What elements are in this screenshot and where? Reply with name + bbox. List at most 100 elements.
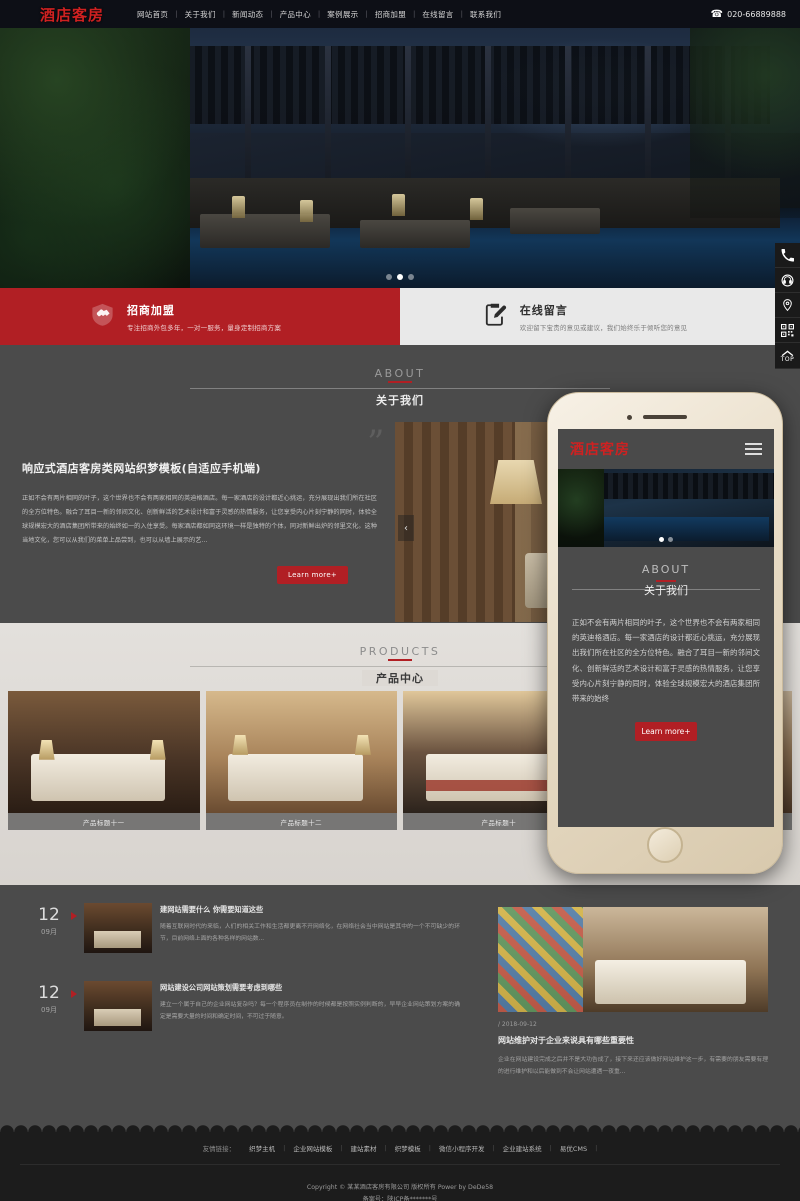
featured-news-bed bbox=[595, 959, 747, 1004]
footer-link-enterprise-templates[interactable]: 企业网站模板 bbox=[285, 1143, 340, 1153]
friendly-links-label: 友情链接： bbox=[202, 1145, 236, 1153]
hero-lamp bbox=[392, 194, 405, 216]
product-caption: 产品标题十二 bbox=[205, 813, 397, 830]
nav-item-about[interactable]: 关于我们 bbox=[178, 9, 223, 20]
phone-camera-icon bbox=[627, 415, 632, 420]
nav-item-products[interactable]: 产品中心 bbox=[273, 9, 318, 20]
hamburger-menu-icon[interactable] bbox=[745, 443, 762, 455]
news-text: 建网站需要什么 你需要知道这些 随着互联网时代的来临，人们的相关工作和生活都更离… bbox=[160, 903, 460, 946]
nav-item-contact[interactable]: 联系我们 bbox=[463, 9, 508, 20]
join-us-title: 招商加盟 bbox=[126, 303, 175, 317]
phone-about-text: 正如不会有两片相同的叶子，这个世界也不会有两家相同的英迪格酒店。每一家酒店的设计… bbox=[572, 618, 760, 703]
phone-speaker bbox=[643, 415, 687, 419]
quote-mark-icon: ” bbox=[367, 423, 385, 463]
featured-news-title[interactable]: 网站维护对于企业来说具有哪些重要性 bbox=[498, 1035, 768, 1046]
online-message-title: 在线留言 bbox=[519, 303, 568, 317]
news-thumbnail bbox=[84, 903, 152, 953]
online-message-panel[interactable]: 在线留言 欢迎留下宝贵的意见或建议，我们始终乐于倾听您的意见 bbox=[400, 288, 800, 345]
header-phone: ☎ 020-66889888 bbox=[711, 9, 800, 20]
phone-hero-dots[interactable] bbox=[558, 537, 774, 542]
product-card[interactable]: 产品标题十一 bbox=[8, 691, 200, 830]
qr-code-icon[interactable] bbox=[775, 318, 800, 343]
nav-item-news[interactable]: 新闻动态 bbox=[225, 9, 270, 20]
featured-news-date: / 2018-09-12 bbox=[498, 1021, 537, 1028]
hero-dot-1[interactable] bbox=[386, 274, 392, 280]
nav-item-home[interactable]: 网站首页 bbox=[130, 9, 175, 20]
news-list: 12 09月 建网站需要什么 你需要知道这些 随着互联网时代的来临，人们的相关工… bbox=[30, 903, 460, 1059]
phone-hero-banner[interactable] bbox=[558, 469, 774, 547]
hero-dot-2[interactable] bbox=[397, 274, 403, 280]
phone-screen: 酒店客房 ABOUT 关于我们 正如不会有两片相同的叶子，这个世界也不会有两家相… bbox=[558, 429, 774, 827]
phone-about-rule bbox=[572, 589, 760, 590]
product-caption: 产品标题十一 bbox=[8, 813, 200, 830]
about-heading-cn: 关于我们 bbox=[362, 392, 438, 408]
news-date: 12 09月 bbox=[30, 903, 77, 937]
hero-banner[interactable] bbox=[0, 28, 800, 288]
phone-mockup: 酒店客房 ABOUT 关于我们 正如不会有两片相同的叶子，这个世界也不会有两家相… bbox=[547, 392, 783, 874]
site-logo[interactable]: 酒店客房 bbox=[0, 4, 130, 25]
product-card[interactable]: 产品标题十二 bbox=[205, 691, 397, 830]
about-title: 响应式酒店客房类网站织梦模板(自适应手机端) bbox=[22, 462, 261, 475]
product-lamp bbox=[38, 739, 55, 760]
nav-item-join[interactable]: 招商加盟 bbox=[368, 9, 413, 20]
phone-about-heading-en: ABOUT bbox=[572, 563, 760, 582]
location-pin-icon[interactable] bbox=[775, 293, 800, 318]
news-thumbnail bbox=[84, 981, 152, 1031]
footer-link-eyoucms[interactable]: 易优CMS bbox=[552, 1143, 595, 1153]
nav-item-message[interactable]: 在线留言 bbox=[415, 9, 460, 20]
footer-link-dedecms-host[interactable]: 织梦主机 bbox=[241, 1143, 283, 1153]
news-month: 09月 bbox=[41, 928, 57, 936]
about-heading-en: ABOUT bbox=[374, 367, 426, 380]
about-prev-arrow[interactable]: ‹ bbox=[398, 515, 414, 541]
join-us-panel[interactable]: 招商加盟 专注招商外包多年，一对一服务，量身定制招商方案 bbox=[0, 288, 400, 345]
hero-foliage-left bbox=[0, 28, 190, 288]
hero-lamp bbox=[232, 196, 245, 218]
telephone-icon: ☎ bbox=[710, 8, 724, 20]
phone-home-button[interactable] bbox=[647, 827, 683, 863]
phone-hero-dot-2[interactable] bbox=[668, 537, 673, 542]
hero-slider-dots[interactable] bbox=[0, 274, 800, 280]
hero-dot-3[interactable] bbox=[408, 274, 414, 280]
footer-link-miniprogram-dev[interactable]: 微信小程序开发 bbox=[431, 1143, 493, 1153]
back-to-top-button[interactable]: TOP bbox=[775, 343, 800, 369]
product-bed bbox=[228, 754, 363, 801]
news-list-item[interactable]: 12 09月 网站建设公司网站策划需要考虑到哪些 建立一个属于自己的企业网站复杂… bbox=[30, 981, 460, 1031]
phone-icon[interactable] bbox=[775, 243, 800, 268]
about-text-column: ” 响应式酒店客房类网站织梦模板(自适应手机端) 正如不会有两片相同的叶子，这个… bbox=[22, 422, 384, 584]
footer-link-dedecms-templates[interactable]: 织梦模板 bbox=[387, 1143, 429, 1153]
hero-sofa bbox=[510, 208, 600, 234]
join-us-subtitle: 专注招商外包多年，一对一服务，量身定制招商方案 bbox=[126, 323, 282, 332]
product-image bbox=[8, 691, 200, 813]
about-image-lamp bbox=[490, 460, 542, 504]
hero-sofa bbox=[360, 220, 470, 248]
copyright-text: Copyright © 某某酒店客房有限公司 版权所有 Power by DeD… bbox=[306, 1184, 494, 1191]
phone-hero-ceiling bbox=[588, 473, 774, 499]
site-header: 酒店客房 网站首页 | 关于我们 | 新闻动态 | 产品中心 | 案例展示 | … bbox=[0, 0, 800, 28]
phone-hero-dot-1[interactable] bbox=[659, 537, 664, 542]
friendly-links: 友情链接： 织梦主机 | 企业网站模板 | 建站素材 | 织梦模板 | 微信小程… bbox=[0, 1131, 800, 1153]
header-phone-number: 020-66889888 bbox=[727, 9, 786, 19]
product-bed bbox=[425, 754, 561, 801]
headset-icon[interactable] bbox=[775, 268, 800, 293]
join-us-text: 招商加盟 专注招商外包多年，一对一服务，量身定制招商方案 bbox=[127, 302, 281, 332]
phone-logo[interactable]: 酒店客房 bbox=[570, 439, 630, 459]
featured-news[interactable]: / 2018-09-12 网站维护对于企业来说具有哪些重要性 企业在网站建设完成… bbox=[498, 907, 768, 1079]
news-list-item[interactable]: 12 09月 建网站需要什么 你需要知道这些 随着互联网时代的来临，人们的相关工… bbox=[30, 903, 460, 953]
news-date: 12 09月 bbox=[30, 981, 77, 1015]
phone-hero-foliage bbox=[558, 469, 604, 547]
handshake-icon bbox=[89, 301, 116, 332]
product-lamp bbox=[149, 739, 166, 760]
footer-link-enterprise-cms[interactable]: 企业建站系统 bbox=[495, 1143, 550, 1153]
hero-lamp bbox=[470, 198, 483, 220]
phone-about-section: ABOUT 关于我们 正如不会有两片相同的叶子，这个世界也不会有两家相同的英迪格… bbox=[558, 547, 774, 742]
products-heading-cn: 产品中心 bbox=[362, 670, 438, 686]
footer-copyright: Copyright © 某某酒店客房有限公司 版权所有 Power by DeD… bbox=[0, 1182, 800, 1201]
product-bed-runner bbox=[425, 780, 561, 792]
news-title[interactable]: 网站建设公司网站策划需要考虑到哪些 bbox=[160, 983, 460, 993]
about-learn-more-button[interactable]: Learn more+ bbox=[277, 565, 349, 584]
phone-learn-more-button[interactable]: Learn more+ bbox=[635, 722, 697, 742]
news-title[interactable]: 建网站需要什么 你需要知道这些 bbox=[160, 905, 460, 915]
footer-link-site-materials[interactable]: 建站素材 bbox=[343, 1143, 385, 1153]
news-summary: 建立一个属于自己的企业网站复杂吗？每一个程序员在制作的时候都是按照实例判断的，早… bbox=[160, 1002, 460, 1020]
nav-item-cases[interactable]: 案例展示 bbox=[320, 9, 365, 20]
